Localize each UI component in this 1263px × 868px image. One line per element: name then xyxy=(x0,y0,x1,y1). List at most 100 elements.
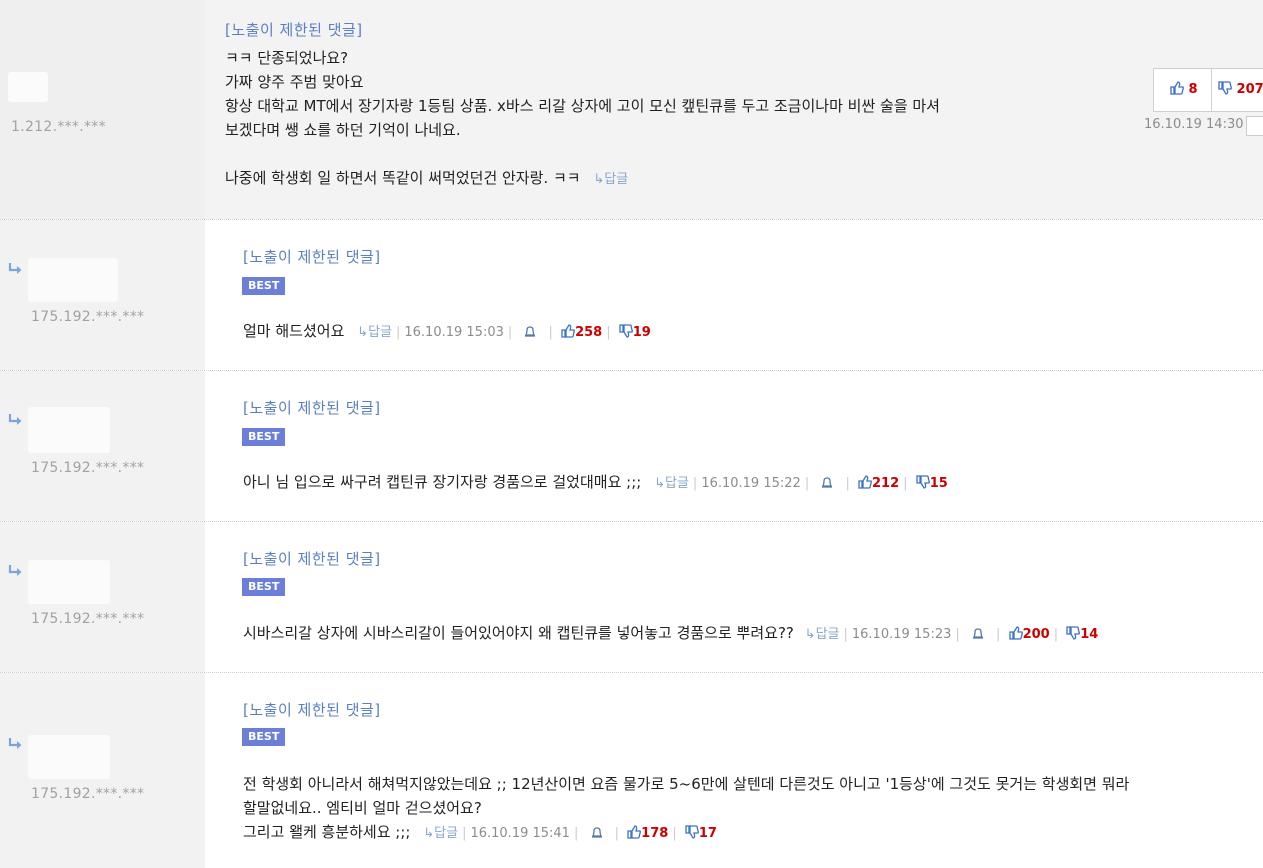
divider: | xyxy=(395,325,401,340)
comment-text: ㅋㅋ 단종되었나요? 가짜 양주 주범 맞아요 항상 대학교 MT에서 장기자랑… xyxy=(225,46,1125,192)
author-nickname-blurred xyxy=(28,258,118,302)
divider: | xyxy=(903,476,908,491)
reply-text: 얼마 해드셨어요 xyxy=(243,322,345,340)
reply-text-line: 전 학생회 아니라서 해쳐먹지않았는데요 ;; 12년산이면 요즘 물가로 5~… xyxy=(243,775,1130,793)
divider: | xyxy=(955,627,960,642)
comment-timestamp: 16.10.19 14:30 xyxy=(1144,117,1244,132)
restricted-comment-label[interactable]: [노출이 제한된 댓글] xyxy=(243,548,381,569)
restricted-comment-label[interactable]: [노출이 제한된 댓글] xyxy=(243,397,381,418)
reply-body: [노출이 제한된 댓글] BEST 얼마 해드셨어요 ↳답글 | 16.10.19 … xyxy=(205,220,1263,370)
best-badge: BEST xyxy=(242,428,286,446)
author-nickname-blurred xyxy=(28,407,110,453)
reply-text-line-last: 그리고 왤케 흥분하세요 ;;; ↳답글 | 16.10.19 15:41 | | 1… xyxy=(243,820,1263,846)
reply-text-line: 시바스리갈 상자에 시바스리갈이 들어있어야지 왜 캡틴큐를 넣어놓고 경품으로… xyxy=(243,621,1098,647)
author-ip: 175.192.***.*** xyxy=(31,460,145,476)
downvote-button[interactable]: 15 xyxy=(916,475,948,491)
reply-link[interactable]: ↳답글 xyxy=(423,826,458,841)
reply-arrow-small-icon: ↳ xyxy=(423,826,435,841)
reply-arrow-small-icon: ↳ xyxy=(357,325,369,340)
comment-line xyxy=(225,142,1125,166)
thumbs-up-icon xyxy=(1170,81,1184,95)
report-button[interactable] xyxy=(1246,116,1263,136)
reply-arrow-small-icon: ↳ xyxy=(804,627,816,642)
best-badge: BEST xyxy=(242,578,286,596)
reply-link[interactable]: ↳답글 xyxy=(593,172,628,187)
bell-icon[interactable] xyxy=(821,476,833,489)
vote-box: 8 207 xyxy=(1153,68,1263,112)
reply-timestamp: 16.10.19 15:23 xyxy=(851,627,952,642)
divider: | xyxy=(804,476,810,491)
reply-row: 175.192.***.*** [노출이 제한된 댓글] BEST 얼마 해드셨… xyxy=(0,220,1263,371)
reply-text-line: 할말없네요.. 엠티비 얼마 걷으셨어요? xyxy=(243,799,482,817)
reply-body: [노출이 제한된 댓글] BEST 아니 님 입으로 싸구려 캡틴큐 장기자랑 … xyxy=(205,371,1263,521)
author-nickname-blurred xyxy=(28,735,110,779)
downvote-button[interactable]: 207 xyxy=(1218,69,1263,111)
upvote-button[interactable]: 258 xyxy=(561,324,602,340)
reply-author-panel: 175.192.***.*** xyxy=(0,371,205,521)
thumbs-up-icon xyxy=(1008,626,1023,640)
reply-arrow-icon xyxy=(8,414,22,425)
reply-meta: ↳답글 | 16.10.19 15:22 | | 212 | 15 xyxy=(654,475,948,491)
reply-text-line: 얼마 해드셨어요 ↳답글 | 16.10.19 15:03 | | 258 | 19 xyxy=(243,319,651,345)
divider: | xyxy=(843,627,848,642)
reply-body: [노출이 제한된 댓글] BEST 전 학생회 아니라서 해쳐먹지않았는데요 ;… xyxy=(205,673,1263,868)
comment-line: 항상 대학교 MT에서 장기자랑 1등팀 상품. x바스 리갈 상자에 고이 모… xyxy=(225,97,940,115)
thumbs-up-icon xyxy=(561,324,576,338)
reply-text-line: 그리고 왤케 흥분하세요 ;;; xyxy=(243,823,411,841)
author-ip: 175.192.***.*** xyxy=(31,786,145,802)
reply-text: 전 학생회 아니라서 해쳐먹지않았는데요 ;; 12년산이면 요즘 물가로 5~… xyxy=(243,772,1263,846)
reply-text: 아니 님 입으로 싸구려 캡틴큐 장기자랑 경품으로 걸었대매요 ;;; xyxy=(243,473,642,491)
best-badge: BEST xyxy=(242,728,286,746)
downvote-button[interactable]: 17 xyxy=(685,825,717,841)
divider: | xyxy=(573,826,579,841)
reply-arrow-small-icon: ↳ xyxy=(654,476,665,491)
reply-link[interactable]: ↳답글 xyxy=(357,325,392,340)
reply-link[interactable]: ↳답글 xyxy=(654,476,689,491)
restricted-comment-label[interactable]: [노출이 제한된 댓글] xyxy=(243,699,381,720)
downvote-button[interactable]: 14 xyxy=(1066,626,1098,642)
divider: | xyxy=(507,325,513,340)
reply-arrow-icon xyxy=(8,263,22,274)
divider: | xyxy=(1053,627,1059,642)
upvote-button[interactable]: 8 xyxy=(1170,69,1198,111)
bell-icon[interactable] xyxy=(591,826,603,839)
restricted-comment-label[interactable]: [노출이 제한된 댓글] xyxy=(225,19,363,40)
author-nickname-blurred xyxy=(28,560,110,604)
comment-row: 1.212.***.*** [노출이 제한된 댓글] ㅋㅋ 단종되었나요? 가짜… xyxy=(0,0,1263,220)
reply-author-panel: 175.192.***.*** xyxy=(0,673,205,868)
reply-link[interactable]: ↳답글 xyxy=(805,627,840,642)
comment-author-panel: 1.212.***.*** xyxy=(0,0,205,219)
reply-body: [노출이 제한된 댓글] BEST 시바스리갈 상자에 시바스리갈이 들어있어야… xyxy=(205,522,1263,672)
upvote-button[interactable]: 178 xyxy=(627,825,668,841)
comment-line: 가짜 양주 주범 맞아요 xyxy=(225,73,364,91)
reply-row: 175.192.***.*** [노출이 제한된 댓글] BEST 아니 님 입… xyxy=(0,371,1263,522)
vote-divider xyxy=(1211,69,1212,111)
reply-author-panel: 175.192.***.*** xyxy=(0,220,205,370)
downvote-button[interactable]: 19 xyxy=(619,324,651,340)
reply-row: 175.192.***.*** [노출이 제한된 댓글] BEST 전 학생회 … xyxy=(0,673,1263,868)
reply-arrow-icon xyxy=(8,738,22,749)
divider: | xyxy=(462,826,467,841)
divider: | xyxy=(996,627,1001,642)
author-ip: 175.192.***.*** xyxy=(31,309,145,325)
bell-icon[interactable] xyxy=(524,325,536,338)
reply-arrow-icon xyxy=(8,565,22,576)
thumbs-down-icon xyxy=(1218,81,1232,95)
thumbs-down-icon xyxy=(916,475,930,489)
thumbs-down-icon xyxy=(1066,626,1081,640)
thumbs-down-icon xyxy=(685,825,699,839)
bell-icon[interactable] xyxy=(972,627,984,640)
upvote-button[interactable]: 200 xyxy=(1008,626,1050,642)
author-ip: 175.192.***.*** xyxy=(31,611,145,627)
reply-timestamp: 16.10.19 15:03 xyxy=(404,325,504,340)
thumbs-up-icon xyxy=(627,825,642,839)
divider: | xyxy=(672,826,677,841)
comment-line: 나중에 학생회 일 하면서 똑같이 써먹었던건 안자랑. ㅋㅋ xyxy=(225,169,581,187)
divider: | xyxy=(606,325,611,340)
thumbs-down-icon xyxy=(619,324,633,338)
reply-row: 175.192.***.*** [노출이 제한된 댓글] BEST 시바스리갈 … xyxy=(0,522,1263,673)
author-ip: 1.212.***.*** xyxy=(11,119,106,135)
restricted-comment-label[interactable]: [노출이 제한된 댓글] xyxy=(243,246,381,267)
upvote-button[interactable]: 212 xyxy=(858,475,899,491)
author-nickname-blurred xyxy=(8,72,48,102)
